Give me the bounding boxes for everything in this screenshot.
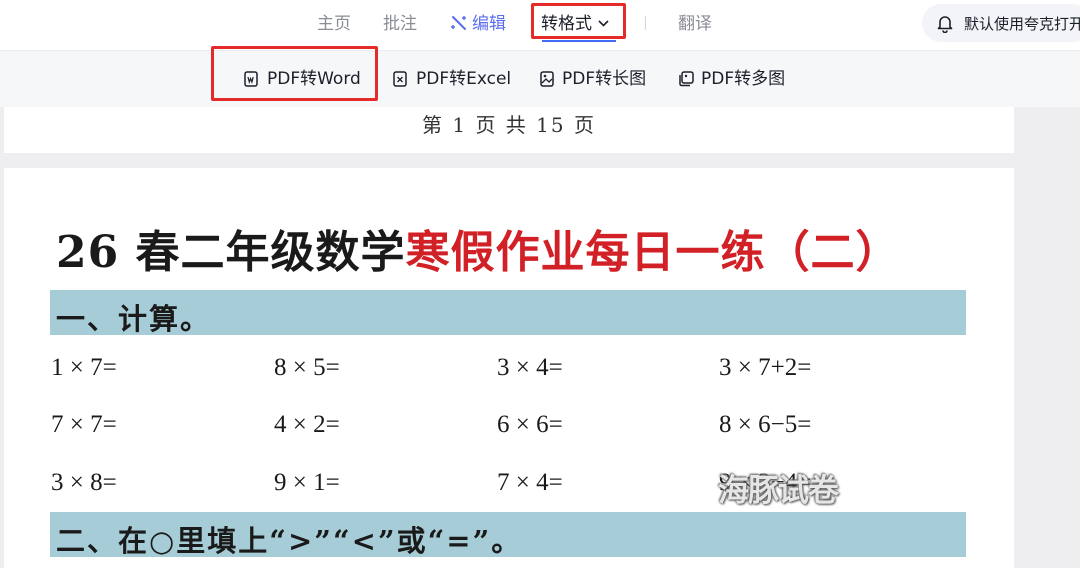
problem: 4 × 2=	[274, 411, 340, 438]
pdf-to-excel-label: PDF转Excel	[416, 69, 512, 89]
pdf-page-2: 26 春二年级数学寒假作业每日一练（二） 一、计算。 1 × 7= 8 × 5=…	[4, 168, 1014, 568]
highlight-pdf-to-word	[211, 46, 378, 101]
pdf-to-excel-button[interactable]: PDF转Excel	[392, 67, 511, 91]
default-open-label: 默认使用夸克打开	[964, 15, 1080, 33]
tab-edit-label: 编辑	[472, 14, 506, 34]
problem: 8 × 5=	[274, 354, 340, 381]
convert-toolbar: PDF转Word PDF转Excel PDF转长图 PDF转多图	[0, 51, 1080, 107]
section-header-2: 二、在○里填上“>”“<”或“=”。	[50, 512, 966, 558]
excel-doc-icon	[393, 71, 407, 87]
bell-icon	[937, 16, 953, 33]
watermark: 海豚试卷	[718, 473, 839, 509]
problem: 8 × 6−5=	[719, 411, 812, 438]
default-open-button[interactable]: 默认使用夸克打开	[922, 4, 1080, 42]
problem: 7 × 4=	[497, 469, 563, 496]
pdf-to-multi-image-button[interactable]: PDF转多图	[677, 67, 785, 91]
page-counter: 第 1 页 共 15 页	[422, 113, 596, 137]
long-image-icon	[540, 71, 554, 87]
top-nav: 主页 批注 编辑 转格式 翻译 默认使用夸克打开	[0, 0, 1080, 51]
pdf-to-long-image-label: PDF转长图	[562, 69, 647, 89]
tab-annotate[interactable]: 批注	[383, 12, 417, 36]
problem: 1 × 7=	[51, 354, 117, 381]
multi-image-icon	[679, 71, 694, 87]
title-black-part: 26 春二年级数学	[56, 227, 406, 278]
section-1-title: 一、计算。	[56, 302, 212, 336]
problem: 3 × 7+2=	[719, 354, 812, 381]
highlight-convert-tab	[531, 3, 626, 39]
tab-translate[interactable]: 翻译	[678, 12, 712, 36]
problem: 6 × 6=	[497, 411, 563, 438]
pdf-page-1: 第 1 页 共 15 页	[4, 107, 1014, 153]
problem: 7 × 7=	[51, 411, 117, 438]
active-tab-underline	[542, 40, 616, 42]
nav-divider	[645, 16, 646, 30]
problem: 3 × 8=	[51, 469, 117, 496]
section-2-title: 二、在○里填上“>”“<”或“=”。	[56, 524, 523, 558]
pdf-to-multi-image-label: PDF转多图	[701, 69, 786, 89]
problem: 9 × 1=	[274, 469, 340, 496]
tab-edit[interactable]: 编辑	[450, 12, 506, 36]
section-header-1: 一、计算。	[50, 290, 966, 336]
title-red-part: 寒假作业每日一练（二）	[405, 227, 901, 278]
problem: 3 × 4=	[497, 354, 563, 381]
page-title: 26 春二年级数学寒假作业每日一练（二）	[56, 216, 901, 280]
pdf-to-long-image-button[interactable]: PDF转长图	[538, 67, 646, 91]
magic-wand-icon	[451, 16, 466, 30]
tab-home[interactable]: 主页	[317, 12, 351, 36]
